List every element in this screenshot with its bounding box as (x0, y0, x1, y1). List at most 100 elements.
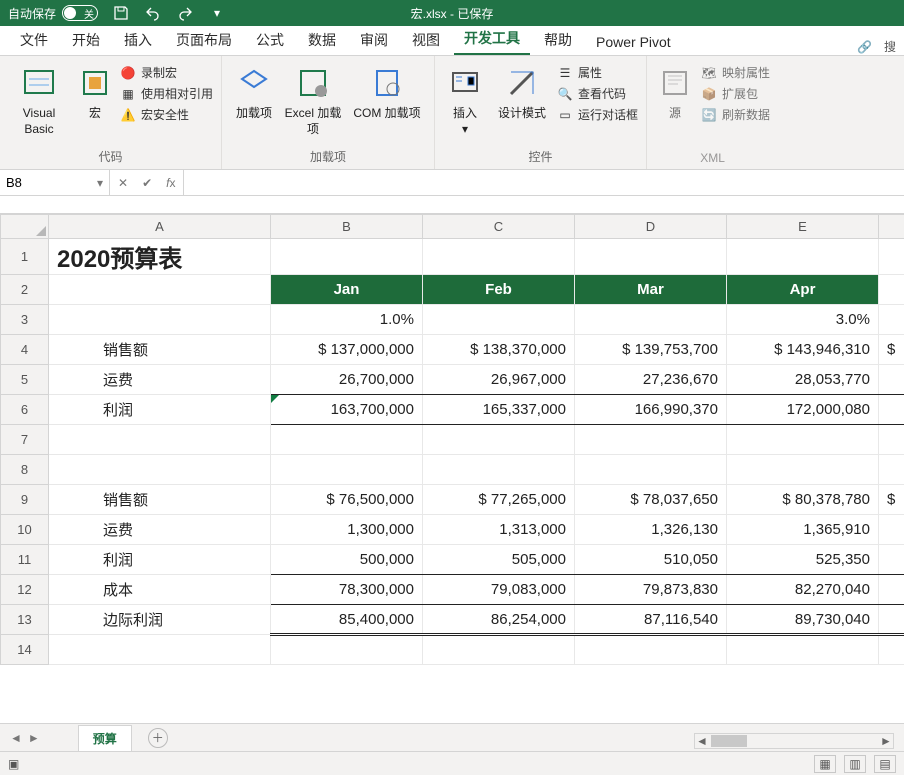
cell[interactable]: $ (879, 335, 904, 365)
cell[interactable]: 运费 (49, 365, 271, 395)
accept-formula-icon[interactable]: ✔ (142, 176, 152, 190)
row-header[interactable]: 13 (1, 605, 49, 635)
sheet-tab[interactable]: 预算 (78, 725, 132, 751)
cell[interactable] (727, 455, 879, 485)
run-dialog-button[interactable]: ▭运行对话框 (557, 106, 638, 123)
addins-button[interactable]: 加载项 (230, 60, 278, 122)
cell[interactable] (879, 455, 904, 485)
cell[interactable]: Feb (423, 275, 575, 305)
select-all-corner[interactable] (1, 215, 49, 239)
design-mode-button[interactable]: 设计模式 (493, 60, 551, 122)
row-header[interactable]: 5 (1, 365, 49, 395)
cell[interactable] (879, 515, 904, 545)
macro-security-button[interactable]: ⚠️宏安全性 (120, 106, 213, 123)
row-header[interactable]: 6 (1, 395, 49, 425)
cell[interactable] (575, 239, 727, 275)
cell[interactable]: $ 77,265,000 (423, 485, 575, 515)
cell[interactable] (575, 455, 727, 485)
cell[interactable]: 运费 (49, 515, 271, 545)
tab-help[interactable]: 帮助 (534, 24, 582, 55)
row-header[interactable]: 7 (1, 425, 49, 455)
cell[interactable] (879, 275, 904, 305)
cell[interactable] (423, 305, 575, 335)
cell[interactable]: $ 137,000,000 (271, 335, 423, 365)
cell[interactable] (879, 605, 904, 635)
cell[interactable] (879, 239, 904, 275)
cell[interactable]: $ 138,370,000 (423, 335, 575, 365)
cell[interactable] (879, 635, 904, 665)
cell[interactable] (423, 425, 575, 455)
name-box-input[interactable] (6, 175, 66, 190)
cell[interactable] (727, 239, 879, 275)
cell[interactable] (879, 305, 904, 335)
cell[interactable] (49, 275, 271, 305)
cell[interactable]: 销售额 (49, 335, 271, 365)
cell[interactable]: 28,053,770 (727, 365, 879, 395)
cell[interactable] (727, 425, 879, 455)
cell[interactable]: 1,365,910 (727, 515, 879, 545)
cell[interactable]: Mar (575, 275, 727, 305)
col-header[interactable] (879, 215, 904, 239)
cell[interactable] (49, 455, 271, 485)
record-macro-button[interactable]: 🔴录制宏 (120, 64, 213, 81)
cell[interactable] (879, 545, 904, 575)
insert-control-button[interactable]: 插入▾ (443, 60, 487, 137)
save-icon[interactable] (112, 4, 130, 22)
fx-icon[interactable]: fx (166, 176, 175, 190)
cell[interactable]: $ 76,500,000 (271, 485, 423, 515)
cell[interactable]: 成本 (49, 575, 271, 605)
cell[interactable] (727, 635, 879, 665)
col-header[interactable]: D (575, 215, 727, 239)
sheet-nav-next-icon[interactable]: ► (28, 731, 40, 745)
cell[interactable]: 27,236,670 (575, 365, 727, 395)
cell[interactable] (49, 635, 271, 665)
cell[interactable] (271, 425, 423, 455)
col-header[interactable]: B (271, 215, 423, 239)
name-box[interactable]: ▾ (0, 170, 110, 195)
cell[interactable]: 3.0% (727, 305, 879, 335)
redo-icon[interactable] (176, 4, 194, 22)
tab-data[interactable]: 数据 (298, 24, 346, 55)
tab-developer[interactable]: 开发工具 (454, 22, 530, 55)
row-header[interactable]: 14 (1, 635, 49, 665)
scroll-right-icon[interactable]: ► (879, 734, 893, 748)
cell[interactable]: 利润 (49, 395, 271, 425)
cell[interactable] (575, 305, 727, 335)
cell[interactable]: 边际利润 (49, 605, 271, 635)
tab-review[interactable]: 审阅 (350, 24, 398, 55)
cell[interactable] (271, 455, 423, 485)
excel-addins-button[interactable]: Excel 加载项 (284, 60, 342, 137)
horizontal-scrollbar[interactable]: ◄ ► (694, 733, 894, 749)
col-header[interactable]: A (49, 215, 271, 239)
normal-view-icon[interactable]: ▦ (814, 755, 836, 773)
tab-formulas[interactable]: 公式 (246, 24, 294, 55)
cell[interactable]: 525,350 (727, 545, 879, 575)
cell[interactable] (423, 455, 575, 485)
cell[interactable]: 82,270,040 (727, 575, 879, 605)
cell[interactable]: $ 80,378,780 (727, 485, 879, 515)
tab-insert[interactable]: 插入 (114, 24, 162, 55)
cell[interactable]: 79,873,830 (575, 575, 727, 605)
tab-view[interactable]: 视图 (402, 24, 450, 55)
row-header[interactable]: 11 (1, 545, 49, 575)
visual-basic-button[interactable]: Visual Basic (8, 60, 70, 137)
macro-record-status-icon[interactable]: ▣ (8, 757, 19, 771)
scroll-left-icon[interactable]: ◄ (695, 734, 709, 748)
cell[interactable]: 500,000 (271, 545, 423, 575)
row-header[interactable]: 1 (1, 239, 49, 275)
row-header[interactable]: 12 (1, 575, 49, 605)
cell[interactable]: 销售额 (49, 485, 271, 515)
cell[interactable]: 26,700,000 (271, 365, 423, 395)
cell[interactable]: 1,300,000 (271, 515, 423, 545)
cell[interactable]: 1,313,000 (423, 515, 575, 545)
cell[interactable] (271, 635, 423, 665)
formula-bar[interactable] (184, 170, 904, 195)
cell[interactable] (49, 305, 271, 335)
cell[interactable]: 78,300,000 (271, 575, 423, 605)
cell[interactable] (879, 575, 904, 605)
expansion-pack-button[interactable]: 📦扩展包 (701, 85, 770, 102)
autosave-toggle[interactable]: 自动保存 关 (8, 5, 98, 22)
col-header[interactable]: C (423, 215, 575, 239)
add-sheet-button[interactable]: ＋ (148, 728, 168, 748)
cell[interactable] (49, 425, 271, 455)
